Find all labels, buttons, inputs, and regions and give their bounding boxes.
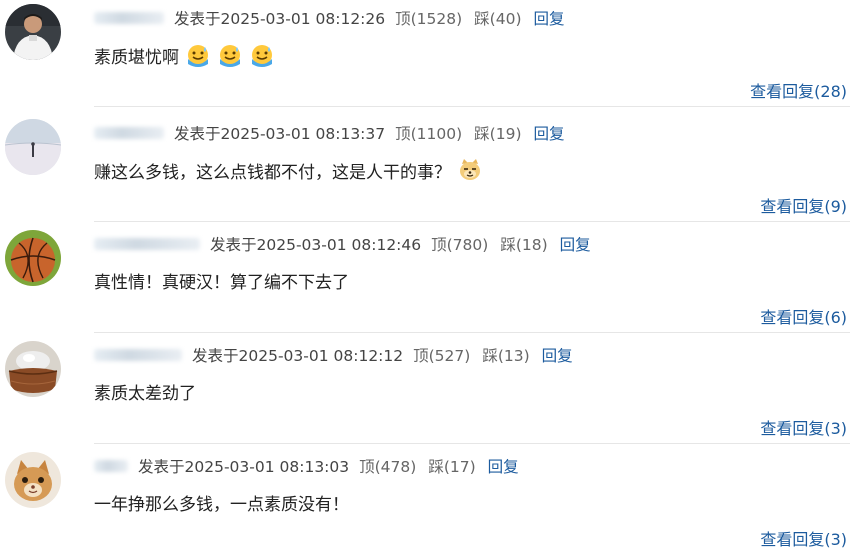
reply-button[interactable]: 回复 (534, 122, 565, 144)
view-replies-link[interactable]: 查看回复(6) (760, 304, 847, 328)
post-time: 发表于2025-03-01 08:13:37 (174, 125, 386, 143)
comment-item: 发表于2025-03-01 08:12:12 顶(527) 踩(13) 回复 素… (0, 337, 862, 448)
username-blurred[interactable] (94, 238, 200, 250)
like-button[interactable]: 顶(478) (359, 455, 416, 477)
comment-meta: 发表于2025-03-01 08:12:46 顶(780) 踩(18) 回复 (94, 232, 591, 256)
cat-avatar-icon (5, 452, 61, 508)
like-button[interactable]: 顶(1528) (395, 7, 462, 29)
divider (94, 332, 850, 333)
comment-meta: 发表于2025-03-01 08:12:26 顶(1528) 踩(40) 回复 (94, 6, 565, 30)
reply-button[interactable]: 回复 (560, 233, 591, 255)
dislike-button[interactable]: 踩(18) (500, 233, 547, 255)
comment-text: 真性情！真硬汉！算了编不下去了 (94, 273, 349, 293)
username-blurred[interactable] (94, 127, 164, 139)
user-avatar[interactable] (5, 452, 61, 508)
dislike-button[interactable]: 踩(40) (474, 7, 521, 29)
person-in-white-jersey-avatar-icon (5, 4, 61, 60)
divider (94, 221, 850, 222)
username-blurred[interactable] (94, 12, 164, 24)
comment-text: 素质堪忧啊 (94, 47, 179, 68)
user-avatar[interactable] (5, 341, 61, 397)
comment-text-row: 素质太差劲了 (94, 379, 196, 404)
sweat-smile-emoji-icon (217, 42, 243, 68)
like-button[interactable]: 顶(780) (431, 233, 488, 255)
divider (94, 106, 850, 107)
comment-item: 发表于2025-03-01 08:12:46 顶(780) 踩(18) 回复 真… (0, 226, 862, 337)
comment-text-row: 素质堪忧啊 (94, 42, 275, 68)
lone-figure-landscape-avatar-icon (5, 119, 61, 175)
view-replies-link[interactable]: 查看回复(9) (760, 193, 847, 217)
comment-text-row: 一年挣那么多钱，一点素质没有！ (94, 490, 349, 515)
reply-button[interactable]: 回复 (488, 455, 519, 477)
comment-item: 发表于2025-03-01 08:13:37 顶(1100) 踩(19) 回复 … (0, 115, 862, 226)
view-replies-link[interactable]: 查看回复(28) (750, 78, 847, 102)
comment-text-row: 赚这么多钱，这么点钱都不付，这是人干的事？ (94, 157, 483, 183)
username-blurred[interactable] (94, 349, 182, 361)
view-replies-link[interactable]: 查看回复(3) (760, 415, 847, 439)
comment-meta: 发表于2025-03-01 08:13:37 顶(1100) 踩(19) 回复 (94, 121, 565, 145)
view-replies-link[interactable]: 查看回复(3) (760, 526, 847, 550)
comment-text-row: 真性情！真硬汉！算了编不下去了 (94, 268, 349, 293)
user-avatar[interactable] (5, 230, 61, 286)
post-time: 发表于2025-03-01 08:12:12 (192, 347, 404, 365)
comment-text: 素质太差劲了 (94, 384, 196, 404)
post-time: 发表于2025-03-01 08:12:46 (210, 236, 422, 254)
divider (94, 443, 850, 444)
username-blurred[interactable] (94, 460, 128, 472)
like-button[interactable]: 顶(1100) (395, 122, 462, 144)
comment-meta: 发表于2025-03-01 08:13:03 顶(478) 踩(17) 回复 (94, 454, 519, 478)
user-avatar[interactable] (5, 4, 61, 60)
comment-item: 发表于2025-03-01 08:13:03 顶(478) 踩(17) 回复 一… (0, 448, 862, 559)
post-time: 发表于2025-03-01 08:13:03 (138, 458, 350, 476)
clay-pot-avatar-icon (5, 341, 61, 397)
comment-text: 赚这么多钱，这么点钱都不付，这是人干的事？ (94, 162, 451, 183)
reply-button[interactable]: 回复 (534, 7, 565, 29)
like-button[interactable]: 顶(527) (413, 344, 470, 366)
sweat-smile-emoji-icon (185, 42, 211, 68)
dislike-button[interactable]: 踩(13) (482, 344, 529, 366)
dislike-button[interactable]: 踩(19) (474, 122, 521, 144)
post-time: 发表于2025-03-01 08:12:26 (174, 10, 386, 28)
dislike-button[interactable]: 踩(17) (428, 455, 475, 477)
doge-emoji-icon (457, 157, 483, 183)
sweat-smile-emoji-icon (249, 42, 275, 68)
reply-button[interactable]: 回复 (542, 344, 573, 366)
basketball-avatar-icon (5, 230, 61, 286)
comment-item: 发表于2025-03-01 08:12:26 顶(1528) 踩(40) 回复 … (0, 0, 862, 111)
comment-text: 一年挣那么多钱，一点素质没有！ (94, 495, 349, 515)
comment-meta: 发表于2025-03-01 08:12:12 顶(527) 踩(13) 回复 (94, 343, 573, 367)
user-avatar[interactable] (5, 119, 61, 175)
